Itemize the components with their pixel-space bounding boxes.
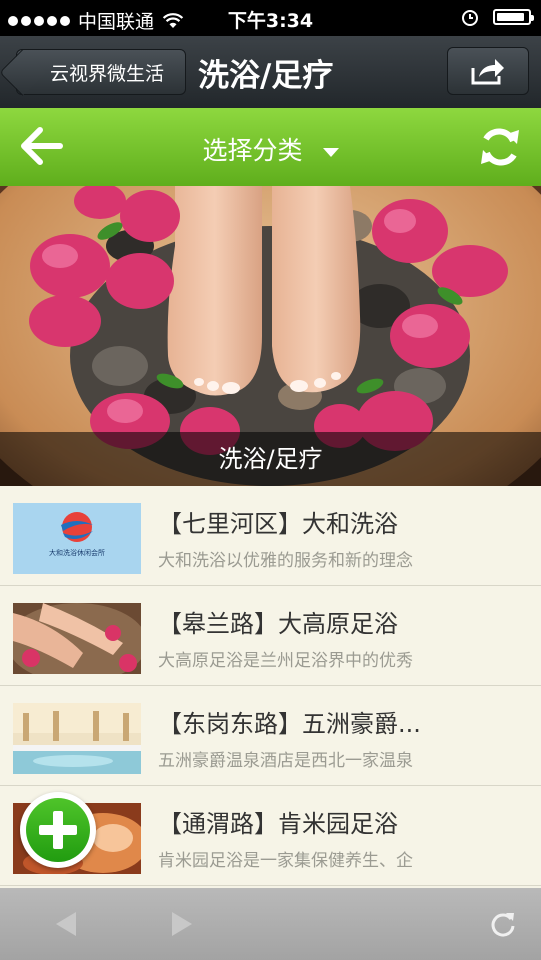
thumb-logo-text: 大和洗浴休闲会所 <box>49 548 105 557</box>
reload-icon[interactable] <box>489 910 517 938</box>
list-item[interactable]: 【皋兰路】大高原足浴 大高原足浴是兰州足浴界中的优秀 <box>0 586 541 686</box>
item-title: 【皋兰路】大高原足浴 <box>158 610 398 638</box>
list-item[interactable]: 大和洗浴休闲会所 【七里河区】大和洗浴 大和洗浴以优雅的服务和新的理念 <box>0 486 541 586</box>
item-title: 【东岗东路】五洲豪爵... <box>158 710 421 738</box>
alarm-icon <box>462 10 478 26</box>
nav-bar: 云视界微生活 洗浴/足疗 <box>0 36 541 109</box>
category-label: 选择分类 <box>202 136 303 165</box>
item-thumbnail: 大和洗浴休闲会所 <box>13 503 141 574</box>
category-bar: 选择分类 <box>0 108 541 186</box>
item-thumbnail <box>13 603 141 674</box>
category-dropdown[interactable]: 选择分类 <box>0 131 541 167</box>
item-description: 大高原足浴是兰州足浴界中的优秀 <box>158 651 413 671</box>
browser-toolbar <box>0 888 541 960</box>
item-description: 肯米园足浴是一家集保健养生、企 <box>158 851 413 871</box>
item-title: 【通渭路】肯米园足浴 <box>158 810 398 838</box>
refresh-icon[interactable] <box>477 126 523 168</box>
back-button[interactable]: 云视界微生活 <box>16 49 186 95</box>
share-button[interactable] <box>447 47 529 95</box>
hero-caption: 洗浴/足疗 <box>0 432 541 486</box>
item-thumbnail <box>13 703 141 774</box>
back-button-label: 云视界微生活 <box>49 62 164 85</box>
item-title: 【七里河区】大和洗浴 <box>158 510 398 538</box>
forward-arrow-icon[interactable] <box>172 912 192 936</box>
hero-banner[interactable]: 洗浴/足疗 <box>0 186 541 486</box>
item-description: 五洲豪爵温泉酒店是西北一家温泉 <box>158 751 413 771</box>
clock: 下午3:34 <box>227 10 314 32</box>
list-item[interactable]: 【东岗东路】五洲豪爵... 五洲豪爵温泉酒店是西北一家温泉 <box>0 686 541 786</box>
battery-icon <box>493 9 534 25</box>
page-title: 洗浴/足疗 <box>198 58 334 94</box>
share-icon <box>471 59 504 85</box>
plus-icon <box>26 798 90 862</box>
add-button[interactable] <box>20 792 96 868</box>
status-bar: 中国联通 下午3:34 <box>0 0 541 36</box>
back-arrow-icon[interactable] <box>56 912 76 936</box>
item-description: 大和洗浴以优雅的服务和新的理念 <box>158 551 413 571</box>
chevron-down-icon <box>322 147 339 157</box>
